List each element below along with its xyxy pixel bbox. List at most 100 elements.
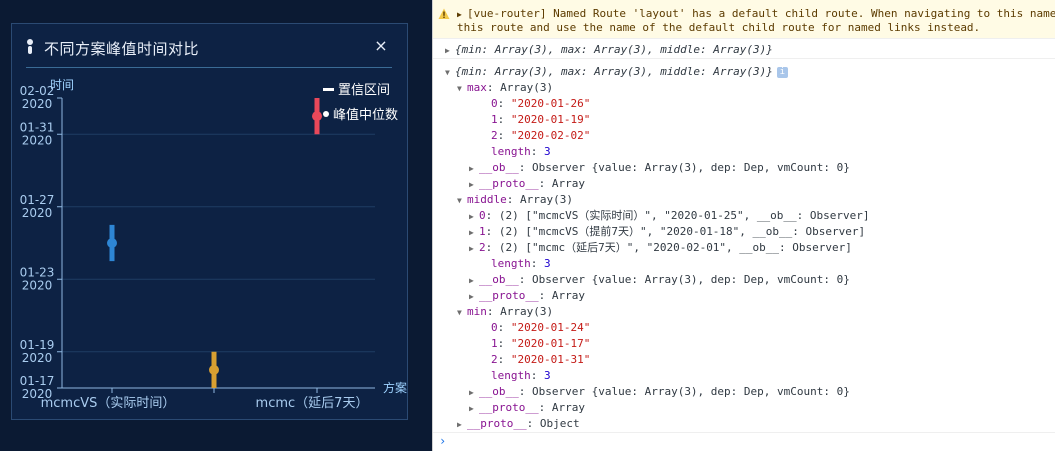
x-axis-title: 方案 — [383, 380, 407, 395]
expand-triangle-icon[interactable]: ▶ — [469, 161, 479, 177]
legend-median-swatch — [323, 111, 329, 117]
legend-interval-label[interactable]: 置信区间 — [338, 83, 390, 98]
object-preview: : Observer {value: Array(3), dep: Dep, v… — [518, 161, 850, 174]
console-prompt-icon[interactable]: › — [439, 434, 446, 448]
property-key: __ob__ — [479, 273, 519, 286]
string-value: "2020-01-31" — [510, 353, 591, 366]
console-row[interactable]: 2: "2020-02-02" — [491, 128, 590, 144]
console-row[interactable]: ▶ __ob__: Observer {value: Array(3), dep:… — [469, 160, 850, 176]
console-row[interactable]: 0: "2020-01-24" — [491, 320, 590, 336]
legend-interval-swatch — [323, 88, 334, 91]
median-point[interactable] — [312, 111, 322, 122]
colon: : — [530, 369, 544, 382]
expand-triangle-icon[interactable]: ▶ — [457, 417, 467, 433]
x-tick-label: mcmc（延后7天） — [256, 396, 369, 411]
property-key: middle — [467, 193, 507, 206]
console-row[interactable]: ▼ max: Array(3) — [457, 80, 553, 96]
collapse-triangle-icon[interactable]: ▼ — [457, 305, 467, 321]
warning-message: [vue-router] Named Route 'layout' has a … — [467, 7, 1055, 20]
console-row[interactable]: 1: "2020-01-17" — [491, 336, 590, 352]
property-key: __proto__ — [479, 177, 539, 190]
expand-triangle-icon[interactable]: ▶ — [445, 43, 455, 59]
collapse-triangle-icon[interactable]: ▼ — [457, 193, 467, 209]
console-row[interactable]: ▶ __ob__: Observer {value: Array(3), dep:… — [469, 272, 850, 288]
console-row[interactable]: length: 3 — [491, 256, 551, 272]
y-tick-label: 02-02 — [20, 84, 55, 98]
console-row[interactable]: ▶ 1: (2) ["mcmcVS（提前7天）", "2020-01-18", _… — [469, 224, 865, 240]
console-row[interactable]: length: 3 — [491, 144, 551, 160]
property-key: length — [491, 145, 531, 158]
console-row[interactable]: 1: "2020-01-19" — [491, 112, 590, 128]
number-value: 3 — [544, 257, 551, 270]
console-row[interactable]: ▶ __proto__: Object — [457, 416, 580, 432]
console-separator — [433, 432, 1055, 433]
object-preview: : Array — [538, 401, 585, 414]
console-row[interactable]: 2: "2020-01-31" — [491, 352, 590, 368]
console-row[interactable]: ▶ __ob__: Observer {value: Array(3), dep:… — [469, 384, 850, 400]
property-key: min — [467, 305, 487, 318]
expand-triangle-icon[interactable]: ▶ — [469, 177, 479, 193]
object-preview: : (2) ["mcmcVS（实际时间）", "2020-01-25", __o… — [485, 209, 870, 222]
expand-triangle-icon[interactable]: ▶ — [469, 241, 479, 257]
y-tick-label-year: 2020 — [22, 206, 53, 220]
expand-triangle-icon[interactable]: ▶ — [469, 209, 479, 225]
colon: : — [497, 353, 511, 366]
info-icon[interactable]: i — [776, 66, 788, 78]
console-row[interactable]: ▶ 2: (2) ["mcmc（延后7天）", "2020-02-01", __o… — [469, 240, 852, 256]
console-row[interactable]: ▶ __proto__: Array — [469, 176, 585, 192]
colon: : — [497, 97, 511, 110]
console-row[interactable]: ▼ {min: Array(3), max: Array(3), middle: … — [445, 64, 788, 80]
warning-text-line2: this route and use the name of the defau… — [457, 21, 981, 34]
property-key: 0 — [479, 209, 486, 222]
expand-triangle-icon[interactable]: ▶ — [469, 225, 479, 241]
median-point[interactable] — [107, 238, 117, 248]
property-key: 1 — [479, 225, 486, 238]
console-row[interactable]: 0: "2020-01-26" — [491, 96, 590, 112]
console-row[interactable]: ▼ middle: Array(3) — [457, 192, 573, 208]
collapse-triangle-icon[interactable]: ▼ — [445, 65, 455, 81]
expand-triangle-icon[interactable]: ▶ — [469, 289, 479, 305]
string-value: "2020-01-19" — [510, 113, 591, 126]
console-separator — [433, 58, 1055, 59]
number-value: 3 — [544, 145, 551, 158]
expand-triangle-icon[interactable]: ▶ — [469, 401, 479, 417]
property-key: 1 — [491, 337, 498, 350]
console-row[interactable]: ▶ __proto__: Array — [469, 288, 585, 304]
console-row[interactable]: ▶ {min: Array(3), max: Array(3), middle: … — [445, 42, 773, 58]
collapse-triangle-icon[interactable]: ▼ — [457, 81, 467, 97]
console-separator — [433, 38, 1055, 39]
y-tick-label-year: 2020 — [22, 133, 53, 147]
string-value: "2020-01-26" — [510, 97, 591, 110]
y-tick-label-year: 2020 — [22, 97, 53, 111]
colon: : — [530, 145, 544, 158]
property-key: length — [491, 369, 531, 382]
expand-triangle-icon[interactable]: ▶ — [469, 273, 479, 289]
console-row[interactable]: ▶ 0: (2) ["mcmcVS（实际时间）", "2020-01-25", _… — [469, 208, 870, 224]
object-preview: : Array — [538, 177, 585, 190]
property-key: 0 — [491, 97, 498, 110]
property-key: 2 — [479, 241, 486, 254]
median-point[interactable] — [209, 364, 219, 375]
object-preview: : Object — [526, 417, 580, 430]
property-key: max — [467, 81, 487, 94]
console-row[interactable]: ▶ __proto__: Array — [469, 400, 585, 416]
object-preview: : Observer {value: Array(3), dep: Dep, v… — [518, 273, 850, 286]
expand-triangle-icon[interactable]: ▶ — [457, 8, 467, 22]
property-key: __proto__ — [467, 417, 527, 430]
y-tick-label: 01-31 — [20, 120, 55, 134]
property-key: __ob__ — [479, 161, 519, 174]
colon: : — [497, 337, 511, 350]
console-warning[interactable]: ▶ [vue-router] Named Route 'layout' has a… — [433, 0, 1055, 39]
legend-median-label[interactable]: 峰值中位数 — [333, 107, 398, 123]
y-tick-label-year: 2020 — [22, 351, 53, 365]
chart-legend: 置信区间 峰值中位数 — [323, 83, 398, 123]
console-row[interactable]: length: 3 — [491, 368, 551, 384]
object-preview: : Array(3) — [486, 305, 554, 318]
expand-triangle-icon[interactable]: ▶ — [469, 385, 479, 401]
object-preview: : Array(3) — [486, 81, 554, 94]
y-tick-label: 01-19 — [20, 338, 55, 352]
warning-icon — [438, 8, 450, 19]
console-row[interactable]: ▼ min: Array(3) — [457, 304, 553, 320]
devtools-console[interactable]: ▶ [vue-router] Named Route 'layout' has a… — [432, 0, 1055, 451]
object-preview: : (2) ["mcmc（延后7天）", "2020-02-01", __ob_… — [485, 241, 852, 254]
